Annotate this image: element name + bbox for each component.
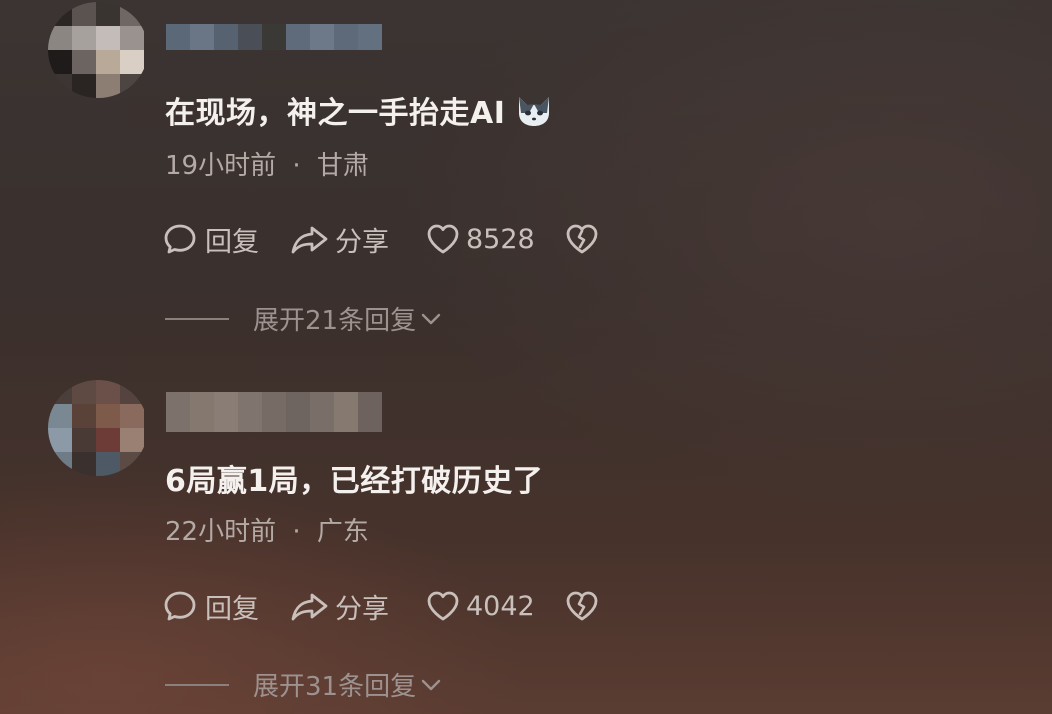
share-arrow-icon: [290, 589, 330, 623]
comment-meta: 22小时前 · 广东: [165, 511, 369, 548]
heart-icon: [426, 223, 460, 255]
share-label: 分享: [335, 226, 389, 258]
comment-text-content: 6局赢1局，已经打破历史了: [165, 464, 544, 499]
reply-label: 回复: [205, 226, 259, 258]
chevron-down-icon: [416, 670, 442, 700]
avatar[interactable]: [48, 380, 148, 476]
comment-text: 在现场，神之一手抬走AI: [165, 88, 553, 132]
avatar[interactable]: [48, 2, 148, 98]
dislike-button[interactable]: [565, 590, 599, 622]
reply-button[interactable]: 回复: [163, 587, 259, 626]
comment-time: 19小时前: [165, 151, 277, 181]
broken-heart-icon: [565, 590, 599, 622]
reply-label: 回复: [205, 593, 259, 625]
expand-divider: [165, 683, 229, 686]
share-arrow-icon: [290, 222, 330, 256]
expand-replies-label: 展开21条回复: [253, 306, 417, 336]
like-button[interactable]: 4042: [426, 590, 535, 622]
share-button[interactable]: 分享: [290, 220, 389, 259]
expand-replies-label: 展开31条回复: [253, 672, 417, 702]
share-label: 分享: [335, 593, 389, 625]
comment-text-content: 在现场，神之一手抬走AI: [165, 96, 506, 131]
cat-face-icon: [515, 93, 553, 127]
meta-separator: ·: [292, 151, 301, 181]
dislike-button[interactable]: [565, 223, 599, 255]
comment-location: 广东: [316, 517, 369, 547]
expand-divider: [165, 317, 229, 320]
username-redacted[interactable]: [166, 392, 382, 432]
comment-actions: 回复 分享 4042: [163, 586, 599, 626]
share-button[interactable]: 分享: [290, 587, 389, 626]
username-redacted[interactable]: [166, 24, 382, 50]
heart-icon: [426, 590, 460, 622]
comment-meta: 19小时前 · 甘肃: [165, 145, 369, 182]
like-count: 8528: [466, 223, 535, 255]
like-button[interactable]: 8528: [426, 223, 535, 255]
comment-time: 22小时前: [165, 517, 277, 547]
comment-text: 6局赢1局，已经打破历史了: [165, 456, 543, 500]
broken-heart-icon: [565, 223, 599, 255]
like-count: 4042: [466, 590, 535, 622]
comment-actions: 回复 分享 8528: [163, 219, 599, 259]
expand-replies[interactable]: 展开31条回复: [165, 666, 442, 703]
comment-bubble-icon: [163, 589, 197, 623]
expand-replies[interactable]: 展开21条回复: [165, 300, 442, 337]
comment-bubble-icon: [163, 222, 197, 256]
chevron-down-icon: [416, 304, 442, 334]
reply-button[interactable]: 回复: [163, 220, 259, 259]
comment-location: 甘肃: [316, 151, 369, 181]
meta-separator: ·: [292, 517, 301, 547]
